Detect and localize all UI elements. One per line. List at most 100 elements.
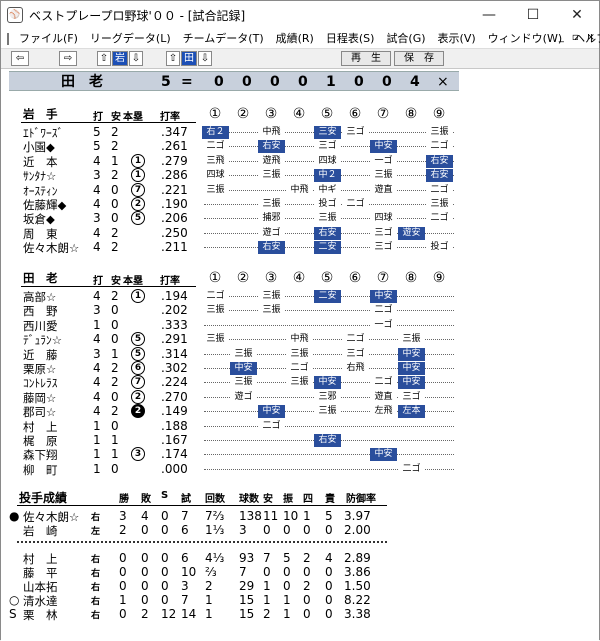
menu-item[interactable]: 表示(V): [432, 29, 482, 49]
prev-arrow-icon[interactable]: ⇦: [11, 51, 29, 66]
home-run-count: 1: [131, 153, 145, 168]
at-bat-result: 左本: [398, 405, 425, 419]
save-button[interactable]: 保 存: [394, 51, 444, 66]
at-bat-result: 二ゴ: [398, 462, 425, 476]
pitching-stat: 7: [181, 593, 189, 607]
home-run-count: 5: [131, 346, 145, 361]
pitching-stat: 4: [141, 509, 149, 523]
pitching-stat: 1: [303, 509, 311, 523]
team1-button[interactable]: 岩: [112, 51, 128, 66]
inning-header: ⑨: [432, 106, 446, 122]
pitching-stat: 0: [141, 551, 149, 565]
baseball-cap-icon[interactable]: ⚾: [7, 7, 23, 23]
mdi-close-icon[interactable]: ×: [587, 32, 595, 43]
at-bat-result: 一ゴ: [370, 318, 397, 332]
at-bat-result: 三振: [314, 405, 341, 419]
decision-mark: ●: [9, 509, 20, 523]
col-header: 打率: [160, 112, 180, 123]
at-bat-result: 二ゴ: [370, 376, 397, 390]
batting-average: .250: [161, 225, 188, 240]
pitching-stat: 0: [325, 607, 333, 621]
pitching-stat: 0: [303, 565, 311, 579]
pitcher-name[interactable]: 岩 崎: [23, 523, 58, 539]
batting-average: .286: [161, 168, 188, 183]
batting-average: .347: [161, 125, 188, 139]
play-button[interactable]: 再 生: [341, 51, 391, 66]
menu-item[interactable]: ファイル(F): [13, 29, 84, 49]
up-arrow-icon-2[interactable]: ⇧: [166, 51, 180, 66]
next-arrow-icon[interactable]: ⇨: [59, 51, 77, 66]
menu-item[interactable]: 試合(G): [380, 29, 431, 49]
divider: [17, 505, 387, 506]
at-bat-result: 四球: [314, 154, 341, 168]
menu-item[interactable]: ウィンドウ(W): [482, 29, 568, 49]
pitching-stat: 0: [161, 551, 169, 565]
inning-run: 0: [298, 74, 308, 90]
at-bat-result: 右安: [426, 169, 453, 183]
inning-header: ④: [292, 270, 306, 286]
pitcher-name[interactable]: 栗 林: [23, 607, 58, 623]
mdi-minimize-icon[interactable]: _: [559, 32, 564, 43]
col-header: 本塁: [123, 112, 143, 123]
menu-item[interactable]: 成績(R): [270, 29, 320, 49]
team2-button[interactable]: 田: [181, 51, 197, 66]
batting-average: .261: [161, 139, 188, 154]
down-arrow-icon[interactable]: ⇩: [129, 51, 143, 66]
batting-average: .206: [161, 211, 188, 226]
pitching-col-header: 勝: [119, 494, 129, 505]
batting-average: .000: [161, 461, 188, 476]
pitching-stat: 1: [205, 593, 213, 607]
at-bat-result: 中飛: [286, 333, 313, 347]
pitching-col-header: 四: [303, 494, 313, 505]
team-name: 田 老: [23, 271, 58, 285]
inning-header: ①: [208, 106, 222, 122]
hits: 2: [111, 240, 119, 255]
menu-item[interactable]: リーグデータ(L): [84, 29, 177, 49]
pitching-stat: 138: [239, 509, 262, 523]
batting-average: .174: [161, 447, 188, 462]
pitching-col-header: 振: [283, 494, 293, 505]
close-icon[interactable]: ✕: [555, 1, 599, 29]
maximize-icon[interactable]: ☐: [511, 1, 555, 29]
pitching-stat: 7: [181, 509, 189, 523]
home-run-count: 7: [131, 182, 145, 197]
row-leader: [204, 454, 454, 456]
mdi-restore-icon[interactable]: ▫: [572, 32, 579, 43]
pitching-stat: 4: [325, 551, 333, 565]
menu-item[interactable]: 日程表(S): [320, 29, 381, 49]
at-bat-result: 二ゴ: [426, 212, 453, 226]
pitching-stat: 2.89: [344, 551, 371, 565]
at-bats: 5: [93, 125, 101, 139]
col-header: 本塁: [123, 276, 143, 287]
home-run-count: 6: [131, 361, 145, 375]
at-bat-result: 三安: [314, 126, 341, 139]
inning-header: ⑥: [348, 106, 362, 122]
home-run-count: 1: [131, 168, 145, 183]
at-bat-result: 遊直: [370, 183, 397, 197]
player-name[interactable]: 柳 町: [23, 462, 58, 478]
at-bat-result: 投ゴ: [314, 198, 341, 211]
menu-item[interactable]: チームデータ(T): [177, 29, 270, 49]
at-bat-result: 二ゴ: [342, 198, 369, 211]
pitching-stat: 3.97: [344, 509, 371, 523]
inning-header: ⑤: [320, 270, 334, 286]
inning-header: ③: [264, 270, 278, 286]
at-bat-result: 遊直: [370, 390, 397, 404]
at-bats: 4: [93, 361, 101, 375]
up-arrow-icon[interactable]: ⇧: [97, 51, 111, 66]
pitching-stat: 0: [141, 523, 149, 537]
at-bat-result: 二安: [314, 241, 341, 255]
pitching-col-header: 球数: [239, 494, 259, 505]
batting-average: .194: [161, 289, 188, 303]
home-run-count: 2: [131, 197, 145, 211]
player-name[interactable]: 佐々木朗☆: [23, 240, 79, 256]
pitching-stat: 1: [263, 593, 271, 607]
pitching-stat: 1: [283, 593, 291, 607]
down-arrow-icon-2[interactable]: ⇩: [198, 51, 212, 66]
game-record: 岩 手打安本塁 打率 ① ② ③ ④ ⑤ ⑥ ⑦ ⑧ ⑨ ｴﾄﾞﾜｰｽﾞ 5 2.347 右２ 中飛 三安 三ゴ三…: [1, 91, 599, 641]
minimize-icon[interactable]: —: [467, 1, 511, 29]
pitching-stat: 3: [239, 523, 247, 537]
batting-average: .314: [161, 346, 188, 361]
pitching-stat: 2: [303, 551, 311, 565]
document-icon[interactable]: [7, 32, 9, 45]
